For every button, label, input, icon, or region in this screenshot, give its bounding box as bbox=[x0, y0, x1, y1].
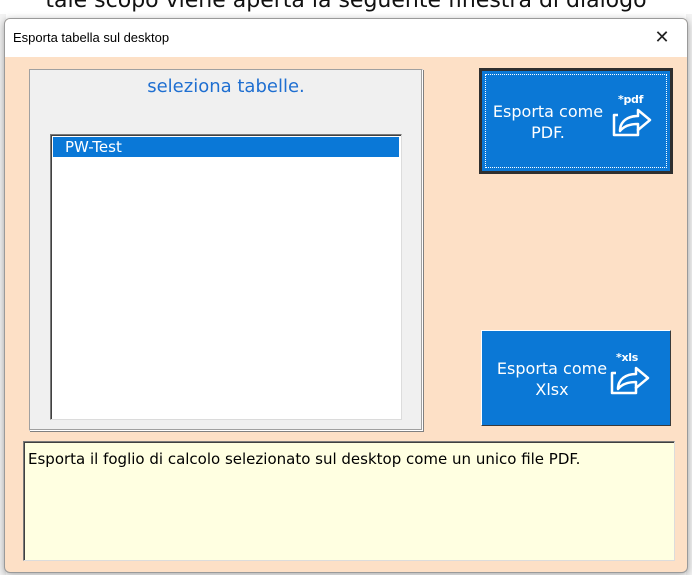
export-pdf-button[interactable]: Esporta come PDF. *pdf bbox=[479, 68, 673, 174]
export-pdf-label-line1: Esporta come bbox=[492, 102, 604, 121]
table-selection-caption: seleziona tabelle. bbox=[147, 76, 305, 97]
window-title: Esporta tabella sul desktop bbox=[13, 30, 170, 45]
list-item[interactable]: PW-Test bbox=[53, 137, 399, 157]
table-listbox[interactable]: PW-Test bbox=[50, 134, 402, 420]
table-selection-frame: seleziona tabelle. PW-Test bbox=[29, 69, 423, 431]
export-arrow-icon: *pdf bbox=[610, 93, 658, 137]
export-xlsx-button[interactable]: Esporta come Xlsx *xls bbox=[481, 330, 671, 426]
export-xlsx-label-line1: Esporta come bbox=[496, 359, 608, 378]
description-textbox: Esporta il foglio di calcolo selezionato… bbox=[23, 441, 675, 561]
export-dialog-window: Esporta tabella sul desktop ✕ seleziona … bbox=[4, 18, 688, 573]
export-pdf-label-line2: PDF. bbox=[531, 123, 565, 142]
export-pdf-button-label: Esporta come PDF. bbox=[484, 101, 612, 143]
export-xlsx-label-line2: Xlsx bbox=[535, 380, 569, 399]
export-xlsx-button-label: Esporta come Xlsx bbox=[488, 358, 616, 400]
close-icon[interactable]: ✕ bbox=[647, 23, 677, 53]
title-bar: Esporta tabella sul desktop ✕ bbox=[5, 19, 687, 57]
background-document-text: tale scopo viene aperta la seguente fine… bbox=[45, 0, 647, 13]
export-arrow-icon: *xls bbox=[608, 351, 656, 395]
